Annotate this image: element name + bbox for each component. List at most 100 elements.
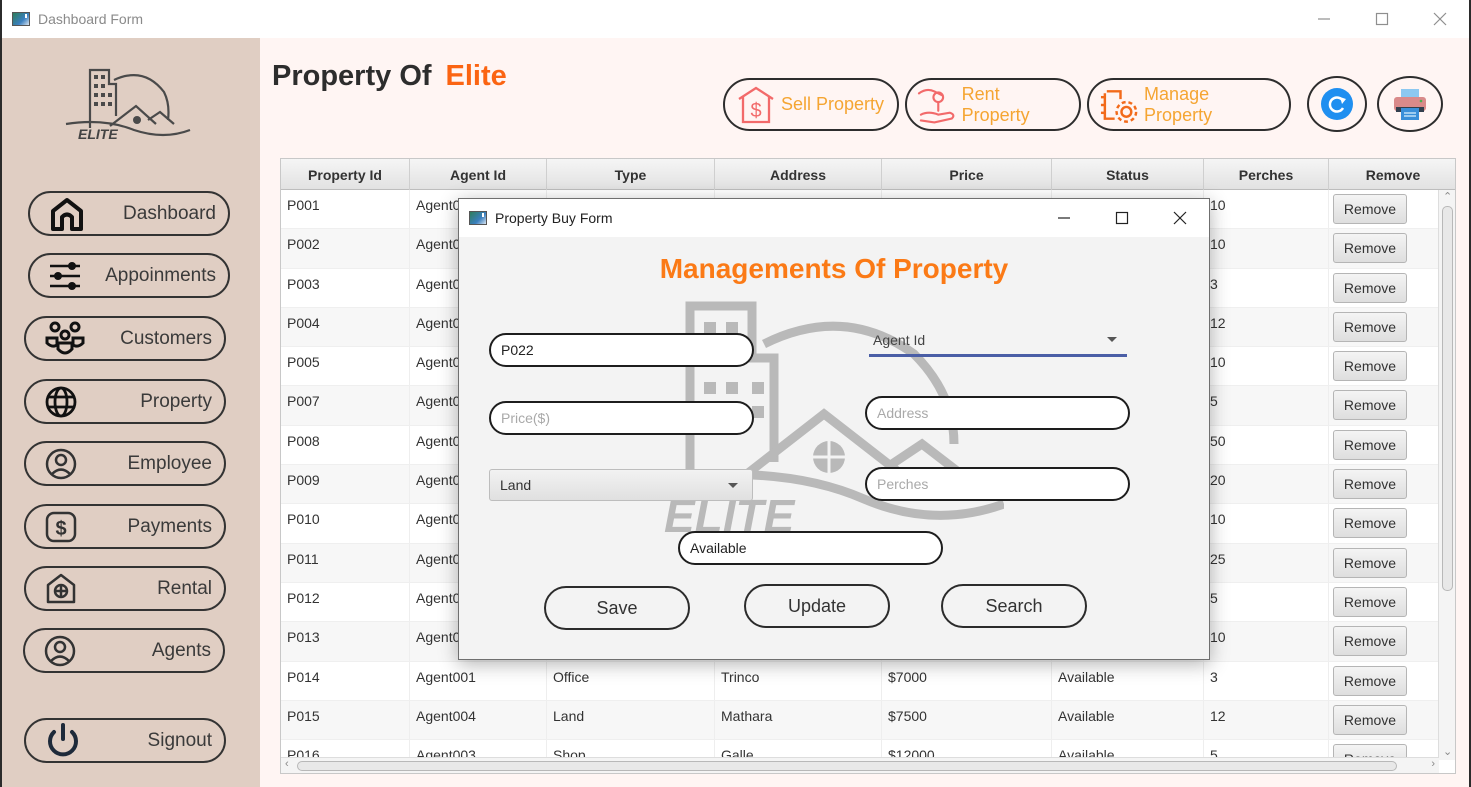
- print-button[interactable]: [1377, 76, 1443, 132]
- cell-perches: 10: [1204, 190, 1329, 229]
- minimize-icon: [1058, 217, 1070, 219]
- remove-button[interactable]: Remove: [1333, 665, 1407, 696]
- property-id-input[interactable]: [489, 333, 754, 367]
- cell-property-id: P004: [281, 307, 410, 347]
- update-button[interactable]: Update: [744, 584, 890, 628]
- cell-perches: 3: [1204, 268, 1329, 307]
- rent-property-button[interactable]: Rent Property: [905, 78, 1081, 131]
- cell-remove: Remove: [1329, 701, 1439, 739]
- vertical-scrollbar[interactable]: ⌃ ⌄: [1438, 190, 1455, 760]
- maximize-icon: [1115, 211, 1129, 225]
- minimize-icon: [1318, 18, 1330, 20]
- cell-agent-id: Agent004: [410, 700, 547, 740]
- cell-remove: Remove: [1329, 190, 1439, 228]
- vertical-scroll-thumb[interactable]: [1442, 206, 1453, 591]
- maximize-button[interactable]: [1353, 0, 1411, 38]
- remove-button[interactable]: Remove: [1333, 233, 1407, 264]
- page-title-accent: Elite: [445, 60, 507, 92]
- dollar-icon: $: [45, 511, 77, 542]
- chevron-down-icon: [728, 482, 738, 488]
- cell-perches: 5: [1204, 582, 1329, 622]
- cell-property-id: P015: [281, 700, 410, 740]
- logo-text: ELITE: [78, 126, 118, 142]
- column-header-status[interactable]: Status: [1052, 159, 1204, 190]
- remove-button[interactable]: Remove: [1333, 586, 1407, 617]
- cell-perches: 10: [1204, 504, 1329, 543]
- cell-property-id: P012: [281, 582, 410, 622]
- close-icon: [1433, 12, 1447, 26]
- building-gear-icon: [1100, 89, 1138, 123]
- dialog-maximize-button[interactable]: [1093, 199, 1151, 237]
- sidebar-item-label: Customers: [120, 327, 212, 349]
- agent-id-combobox-label: Agent Id: [873, 331, 926, 348]
- remove-button[interactable]: Remove: [1333, 390, 1407, 421]
- status-input[interactable]: [678, 531, 943, 565]
- sliders-icon: [50, 261, 80, 290]
- close-button[interactable]: [1411, 0, 1469, 38]
- cell-remove: Remove: [1329, 426, 1439, 464]
- hand-key-icon: [917, 88, 955, 123]
- dialog-close-button[interactable]: [1151, 199, 1209, 237]
- column-header-property-id[interactable]: Property Id: [281, 159, 410, 190]
- remove-button[interactable]: Remove: [1333, 194, 1407, 224]
- perches-input[interactable]: [865, 467, 1130, 501]
- home-icon: [51, 197, 83, 231]
- sidebar-item-dashboard[interactable]: Dashboard: [28, 191, 230, 236]
- sidebar-item-rental[interactable]: Rental: [24, 566, 226, 611]
- table-row[interactable]: P015 Agent004 Land Mathara $7500 Available 12 R…: [281, 700, 1439, 741]
- horizontal-scrollbar[interactable]: ‹ ›: [281, 757, 1439, 773]
- scroll-left-icon[interactable]: ‹: [285, 758, 289, 770]
- column-header-price[interactable]: Price: [882, 159, 1052, 190]
- address-input[interactable]: [865, 396, 1130, 430]
- sidebar-item-agents[interactable]: Agents: [23, 628, 225, 673]
- remove-button[interactable]: Remove: [1333, 429, 1407, 460]
- scroll-up-icon[interactable]: ⌃: [1443, 190, 1452, 203]
- sidebar-item-payments[interactable]: $ Payments: [24, 504, 226, 549]
- type-combobox[interactable]: Land: [489, 469, 753, 501]
- remove-button[interactable]: Remove: [1333, 547, 1407, 578]
- save-button[interactable]: Save: [544, 586, 690, 630]
- manage-property-button[interactable]: Manage Property: [1087, 78, 1291, 131]
- cell-perches: 10: [1204, 229, 1329, 268]
- manage-property-label: Manage Property: [1144, 83, 1213, 125]
- refresh-icon: [1321, 88, 1353, 120]
- search-button[interactable]: Search: [941, 584, 1087, 628]
- sell-property-button[interactable]: $ Sell Property: [723, 78, 899, 131]
- column-header-type[interactable]: Type: [547, 159, 715, 190]
- column-header-remove[interactable]: Remove: [1329, 159, 1455, 190]
- table-row[interactable]: P014 Agent001 Office Trinco $7000 Available 3 R…: [281, 661, 1439, 701]
- horizontal-scroll-thumb[interactable]: [297, 761, 1397, 771]
- cell-property-id: P003: [281, 268, 410, 307]
- dialog-minimize-button[interactable]: [1035, 199, 1093, 237]
- remove-button[interactable]: Remove: [1333, 311, 1407, 342]
- remove-button[interactable]: Remove: [1333, 626, 1407, 657]
- cell-type: Land: [547, 700, 715, 740]
- remove-button[interactable]: Remove: [1333, 704, 1407, 735]
- remove-button[interactable]: Remove: [1333, 469, 1407, 500]
- remove-button[interactable]: Remove: [1333, 272, 1407, 303]
- sidebar-item-property[interactable]: Property: [24, 379, 226, 424]
- sidebar-item-appoinments[interactable]: Appoinments: [28, 253, 230, 298]
- cell-property-id: P010: [281, 504, 410, 543]
- cell-property-id: P011: [281, 543, 410, 582]
- sidebar-item-signout[interactable]: Signout: [24, 718, 226, 763]
- minimize-button[interactable]: [1295, 0, 1353, 38]
- globe-icon: [45, 386, 77, 417]
- sidebar-item-customers[interactable]: Customers: [24, 316, 226, 361]
- cell-property-id: P009: [281, 465, 410, 504]
- refresh-button[interactable]: [1307, 76, 1367, 132]
- cell-property-id: P007: [281, 386, 410, 425]
- scroll-right-icon[interactable]: ›: [1431, 758, 1435, 770]
- column-header-address[interactable]: Address: [715, 159, 882, 190]
- scroll-down-icon[interactable]: ⌄: [1443, 745, 1452, 758]
- page-title: Property Of Elite: [272, 60, 507, 93]
- remove-button[interactable]: Remove: [1333, 351, 1407, 382]
- remove-button[interactable]: Remove: [1333, 508, 1407, 539]
- price-input[interactable]: [489, 401, 754, 435]
- cell-property-id: P005: [281, 347, 410, 386]
- column-header-agent-id[interactable]: Agent Id: [410, 159, 547, 190]
- column-header-perches[interactable]: Perches: [1204, 159, 1329, 190]
- sidebar-item-employee[interactable]: Employee: [24, 441, 226, 486]
- sidebar-item-label: Dashboard: [123, 202, 216, 224]
- agent-id-combobox[interactable]: Agent Id: [869, 325, 1127, 357]
